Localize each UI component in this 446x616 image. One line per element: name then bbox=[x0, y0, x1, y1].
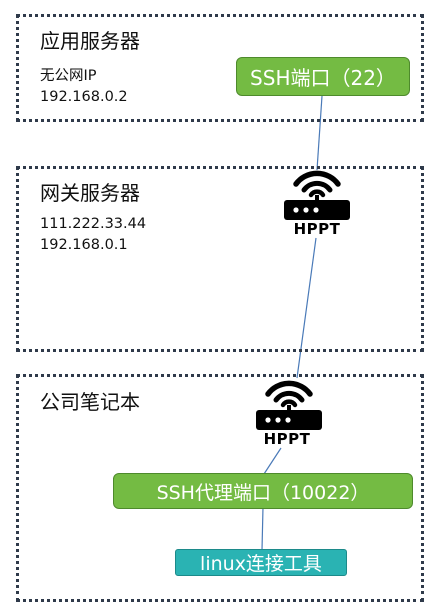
linux-tool-box[interactable]: linux连接工具 bbox=[175, 549, 347, 576]
linux-tool-label: linux连接工具 bbox=[200, 553, 322, 575]
ssh-port-label: SSH端口（22） bbox=[250, 66, 396, 90]
gateway-server-line-1: 111.222.33.44 bbox=[40, 216, 147, 232]
gateway-router-label: HPPT bbox=[293, 220, 341, 238]
ssh-proxy-port-label: SSH代理端口（10022） bbox=[156, 481, 370, 504]
router-icon bbox=[256, 380, 322, 430]
laptop-router-label: HPPT bbox=[263, 430, 311, 448]
gateway-server-title: 网关服务器 bbox=[40, 181, 140, 205]
app-server-line-1: 无公网IP bbox=[40, 68, 97, 84]
gateway-server-line-2: 192.168.0.1 bbox=[40, 237, 128, 253]
ssh-proxy-port-box: SSH代理端口（10022） bbox=[113, 473, 413, 509]
router-icon bbox=[284, 170, 350, 220]
ssh-port-box: SSH端口（22） bbox=[236, 57, 410, 96]
laptop-title: 公司笔记本 bbox=[40, 390, 140, 414]
app-server-title: 应用服务器 bbox=[40, 29, 140, 53]
app-server-line-2: 192.168.0.2 bbox=[40, 89, 128, 105]
